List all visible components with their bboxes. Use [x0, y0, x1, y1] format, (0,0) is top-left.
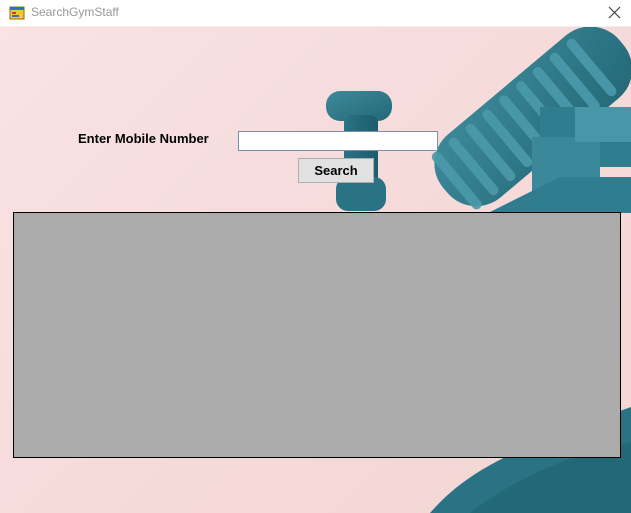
search-button[interactable]: Search — [298, 158, 374, 183]
window-title: SearchGymStaff — [31, 5, 119, 19]
title-bar: SearchGymStaff — [0, 0, 631, 27]
app-form-icon — [9, 5, 25, 21]
mobile-number-input[interactable] — [238, 131, 438, 151]
mobile-number-label: Enter Mobile Number — [78, 131, 209, 146]
search-gym-staff-window: SearchGymStaff Enter Mobile Number Searc… — [0, 0, 631, 513]
staff-results-grid[interactable] — [13, 212, 621, 458]
close-icon[interactable] — [603, 2, 625, 24]
form-client-area: Enter Mobile Number Search — [0, 27, 631, 513]
